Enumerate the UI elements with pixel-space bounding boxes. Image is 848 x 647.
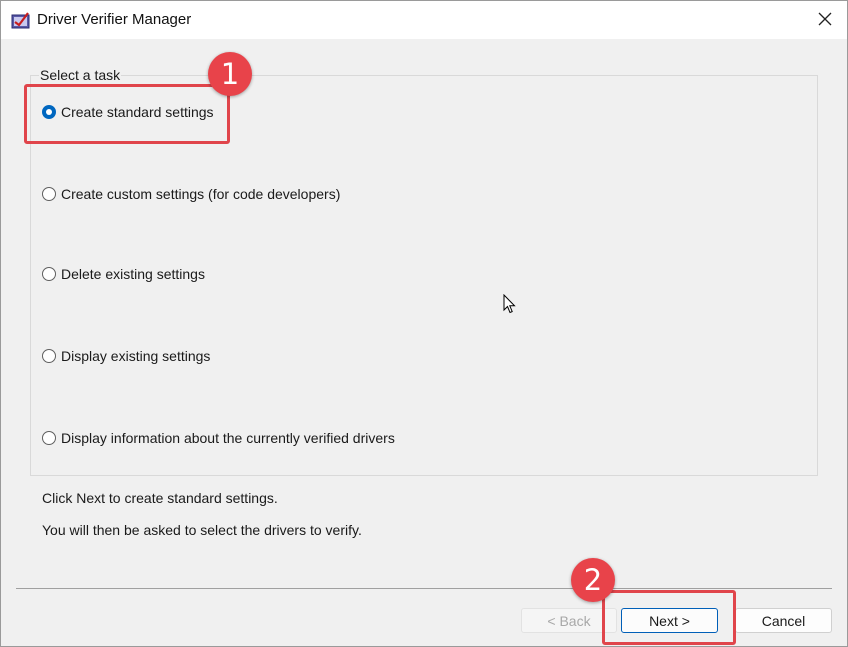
footer-separator bbox=[16, 588, 832, 589]
cancel-button[interactable]: Cancel bbox=[735, 608, 832, 633]
info-text-line-2: You will then be asked to select the dri… bbox=[42, 522, 362, 538]
radio-button[interactable] bbox=[42, 349, 56, 363]
next-button[interactable]: Next > bbox=[621, 608, 718, 633]
option-create-custom-settings[interactable]: Create custom settings (for code develop… bbox=[42, 186, 340, 202]
title-bar[interactable]: Driver Verifier Manager bbox=[1, 1, 847, 39]
radio-button-checked[interactable] bbox=[42, 105, 56, 119]
window-title: Driver Verifier Manager bbox=[37, 11, 192, 28]
option-label: Display existing settings bbox=[61, 348, 211, 364]
radio-button[interactable] bbox=[42, 187, 56, 201]
annotation-badge-1: 1 bbox=[208, 52, 252, 96]
radio-button[interactable] bbox=[42, 267, 56, 281]
close-icon bbox=[818, 12, 832, 29]
option-delete-existing-settings[interactable]: Delete existing settings bbox=[42, 266, 205, 282]
radio-button[interactable] bbox=[42, 431, 56, 445]
option-display-verified-drivers-info[interactable]: Display information about the currently … bbox=[42, 430, 395, 446]
option-label: Delete existing settings bbox=[61, 266, 205, 282]
option-label: Create standard settings bbox=[61, 104, 214, 120]
back-button[interactable]: < Back bbox=[521, 608, 617, 633]
driver-verifier-app-icon bbox=[11, 11, 31, 31]
task-group-label: Select a task bbox=[39, 67, 122, 83]
info-text-line-1: Click Next to create standard settings. bbox=[42, 490, 278, 506]
mouse-pointer-icon bbox=[503, 293, 517, 314]
close-button[interactable] bbox=[803, 1, 847, 39]
option-label: Create custom settings (for code develop… bbox=[61, 186, 341, 202]
option-display-existing-settings[interactable]: Display existing settings bbox=[42, 348, 210, 364]
option-create-standard-settings[interactable]: Create standard settings bbox=[42, 104, 214, 120]
annotation-badge-2: 2 bbox=[571, 558, 615, 602]
option-label: Display information about the currently … bbox=[61, 430, 395, 446]
dialog-window: Driver Verifier Manager Select a task Cr… bbox=[0, 0, 848, 647]
